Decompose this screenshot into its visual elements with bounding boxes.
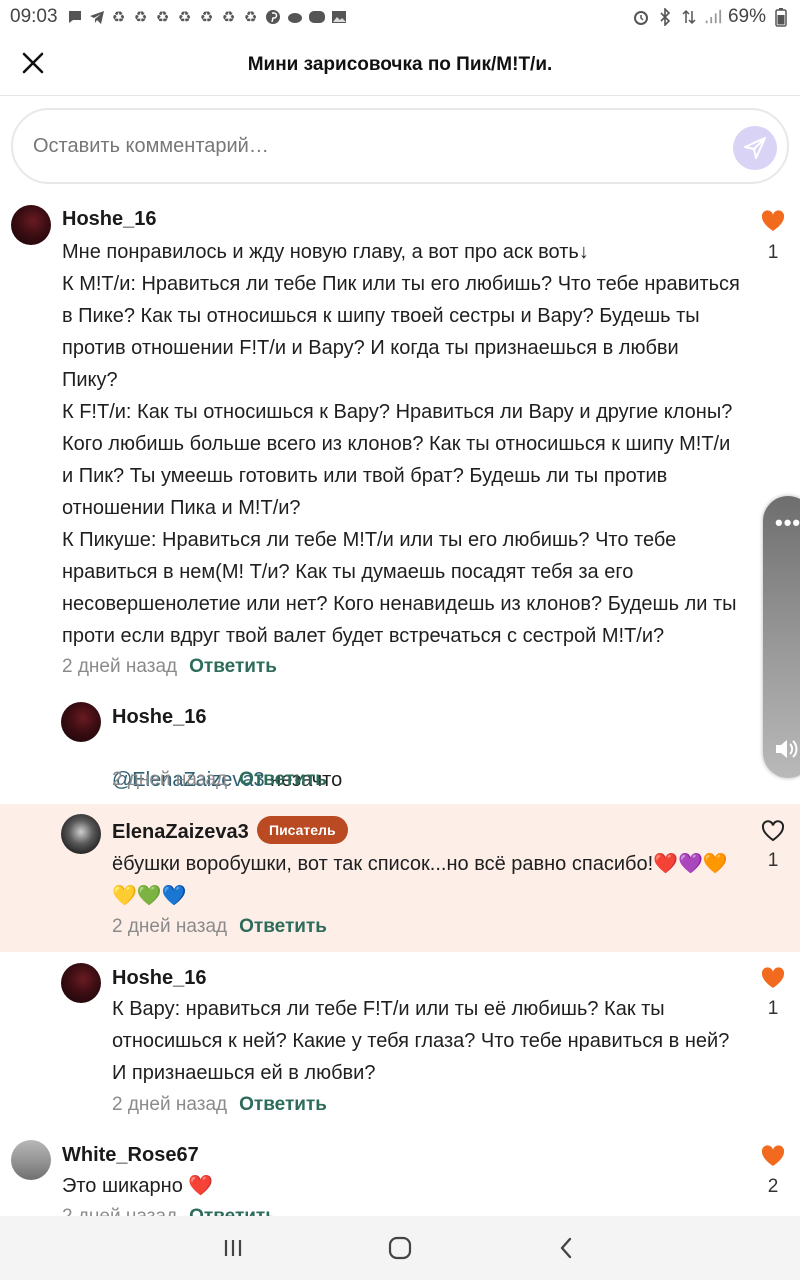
comment-item: White_Rose67 Это шикарно ❤️ 2 дней назад… [0, 1134, 800, 1216]
back-icon [560, 1237, 571, 1259]
like-button[interactable] [760, 819, 786, 843]
comment-time: 2 дней назад [112, 769, 228, 790]
reply-button[interactable]: Ответить [189, 656, 277, 678]
heart-filled-icon [761, 210, 785, 231]
volume-icon[interactable] [773, 736, 799, 767]
comment-meta: 2 дней назад Ответить [112, 769, 327, 791]
bluetooth-icon [656, 8, 674, 26]
writer-badge: Писатель [257, 816, 348, 844]
comment-text: Это шикарно ❤️ [62, 1175, 214, 1197]
more-icon[interactable]: ••• [775, 510, 800, 536]
heart-outline-icon [761, 820, 785, 842]
comment-time: 2 дней назад [62, 1206, 177, 1216]
recycle-icon: ♻ [133, 9, 148, 26]
pinterest-icon [264, 8, 282, 26]
close-button[interactable] [18, 48, 48, 78]
comment-time: 2 дней назад [112, 1094, 228, 1115]
recent-apps-button[interactable] [213, 1228, 253, 1268]
reply-button[interactable]: Ответить [239, 1094, 327, 1116]
like-count: 1 [767, 242, 779, 263]
comment-author[interactable]: ElenaZaizeva3 [112, 821, 249, 844]
reply-button[interactable]: Ответить [189, 1206, 277, 1216]
send-icon [744, 137, 766, 159]
avatar[interactable] [61, 702, 101, 742]
signal-icon [704, 8, 722, 26]
avatar[interactable] [11, 205, 51, 245]
home-icon [388, 1236, 412, 1260]
system-icons: 69% [632, 6, 790, 28]
home-button[interactable] [380, 1228, 420, 1268]
comment-text: К Вару: нравиться ли тебе F!T/и или ты е… [112, 998, 730, 1084]
comment-text: Мне понравилось и жду новую главу, а вот… [62, 241, 740, 647]
heart-filled-icon [761, 1145, 785, 1166]
like-count: 1 [767, 850, 779, 871]
comment-reply-item: Hoshe_16 К Вару: нравиться ли тебе F!T/и… [0, 956, 800, 1130]
comment-author[interactable]: White_Rose67 [62, 1144, 199, 1167]
comment-reply-item: ElenaZaizeva3 Писатель ёбушки воробушки,… [0, 804, 800, 952]
floating-side-panel[interactable]: ••• [763, 496, 800, 778]
avatar[interactable] [61, 963, 101, 1003]
recycle-icon: ♻ [111, 9, 126, 26]
comment-meta: 2 дней назад Ответить [112, 916, 327, 938]
status-bar: 09:03 ♻ ♻ ♻ ♻ ♻ ♻ ♻ 69% [0, 0, 800, 34]
comment-reply-item: Hoshe_16 @ElenaZaizeva3 незачто 2 дней н… [0, 694, 800, 802]
notification-icons: ♻ ♻ ♻ ♻ ♻ ♻ ♻ [66, 8, 348, 26]
comment-item: Hoshe_16 Мне понравилось и жду новую гла… [0, 196, 800, 686]
reply-button[interactable]: Ответить [239, 916, 327, 938]
top-bar: Мини зарисовочка по Пик/М!Т/и. [0, 34, 800, 96]
like-count: 2 [767, 1176, 779, 1197]
back-button[interactable] [547, 1228, 587, 1268]
system-nav-bar [0, 1216, 800, 1280]
comment-composer [11, 108, 789, 184]
comment-author[interactable]: Hoshe_16 [112, 967, 207, 990]
telegram-icon [88, 8, 106, 26]
recycle-icon: ♻ [243, 9, 258, 26]
status-time: 09:03 [10, 6, 58, 27]
comment-input[interactable] [33, 134, 713, 158]
like-count: 1 [767, 998, 779, 1019]
avatar[interactable] [61, 814, 101, 854]
recycle-icon: ♻ [177, 9, 192, 26]
battery-level: 69% [727, 6, 766, 27]
close-icon [22, 52, 44, 74]
image-icon [330, 8, 348, 26]
recycle-icon: ♻ [199, 9, 214, 26]
comment-time: 2 дней назад [112, 916, 228, 937]
app-icon [286, 8, 304, 26]
data-icon [680, 8, 698, 26]
comment-time: 2 дней назад [62, 656, 178, 677]
comment-meta: 2 дней назад Ответить [62, 1206, 277, 1216]
wb-icon [308, 8, 326, 26]
like-button[interactable] [760, 209, 786, 233]
comment-text: ёбушки воробушки, вот так список...но вс… [112, 853, 728, 907]
recycle-icon: ♻ [221, 9, 236, 26]
reply-button[interactable]: Ответить [239, 769, 327, 791]
comment-meta: 2 дней назад Ответить [112, 1094, 327, 1116]
like-button[interactable] [760, 966, 786, 990]
message-icon [66, 8, 84, 26]
like-button[interactable] [760, 1144, 786, 1168]
recycle-icon: ♻ [155, 9, 170, 26]
alarm-icon [632, 8, 650, 26]
avatar[interactable] [11, 1140, 51, 1180]
recent-apps-icon [225, 1240, 242, 1256]
send-button[interactable] [733, 126, 777, 170]
comment-author[interactable]: Hoshe_16 [62, 208, 157, 231]
page-title: Мини зарисовочка по Пик/М!Т/и. [247, 53, 553, 75]
comment-meta: 2 дней назад Ответить [62, 656, 277, 678]
comment-author[interactable]: Hoshe_16 [112, 706, 207, 729]
heart-filled-icon [761, 967, 785, 988]
battery-icon [772, 8, 790, 27]
